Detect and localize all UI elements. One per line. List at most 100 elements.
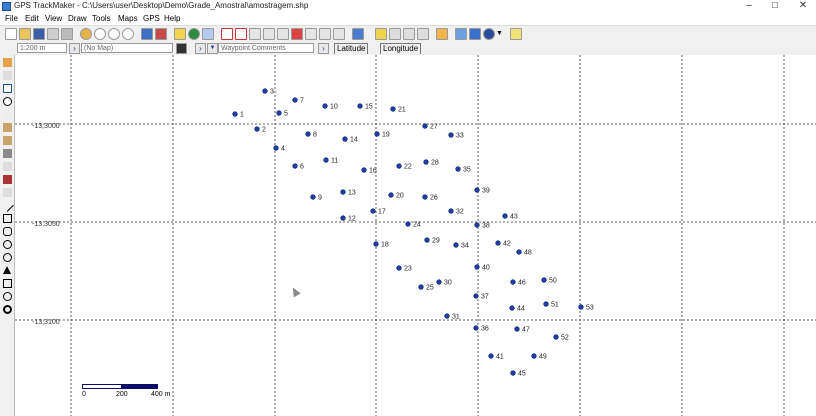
waypoint-marker[interactable] xyxy=(396,265,402,271)
waypoint-marker[interactable] xyxy=(424,237,430,243)
menu-draw[interactable]: Draw xyxy=(68,14,87,23)
waypoint-marker[interactable] xyxy=(422,123,428,129)
waypoint-marker[interactable] xyxy=(473,325,479,331)
help-icon[interactable] xyxy=(510,28,522,40)
rounded-rect-icon[interactable] xyxy=(3,227,12,236)
waypoint-marker[interactable] xyxy=(374,131,380,137)
waypoint-marker[interactable] xyxy=(541,277,547,283)
scale-field[interactable]: 1:200 m xyxy=(17,43,67,53)
pencil-icon[interactable] xyxy=(3,162,12,171)
coord-arrow-icon[interactable]: › xyxy=(318,43,329,54)
waypoint-marker[interactable] xyxy=(448,208,454,214)
ellipse-icon[interactable] xyxy=(3,240,12,249)
map-canvas[interactable]: 1 2 3 4 5 6 7 8 9 10 11 12 13 14 15 16 17 18 19 20 21 22 23 24 2… xyxy=(15,55,816,416)
waypoint-marker[interactable] xyxy=(388,192,394,198)
menu-view[interactable]: View xyxy=(45,14,62,23)
waypoint-marker[interactable] xyxy=(455,166,461,172)
waypoint-marker[interactable] xyxy=(514,326,520,332)
waypoint-marker[interactable] xyxy=(262,88,268,94)
waypoint-marker[interactable] xyxy=(543,301,549,307)
waypoint-tool-icon[interactable] xyxy=(277,28,289,40)
waypoint-marker[interactable] xyxy=(396,163,402,169)
view-tracks-icon[interactable] xyxy=(141,28,153,40)
save-all-icon[interactable] xyxy=(47,28,59,40)
delete-icon[interactable] xyxy=(291,28,303,40)
waypoint-marker[interactable] xyxy=(292,97,298,103)
refresh-icon[interactable] xyxy=(3,97,12,106)
waypoint-marker[interactable] xyxy=(474,222,480,228)
google-earth-icon[interactable] xyxy=(455,28,467,40)
close-button[interactable]: ✕ xyxy=(790,0,816,13)
longitude-tab[interactable]: Longitude xyxy=(380,43,422,54)
new-file-icon[interactable] xyxy=(5,28,17,40)
waypoint-marker[interactable] xyxy=(436,279,442,285)
waypoint-marker[interactable] xyxy=(232,111,238,117)
satellite-icon[interactable] xyxy=(483,28,495,40)
measure-icon[interactable] xyxy=(305,28,317,40)
menu-file[interactable]: File xyxy=(5,14,18,23)
waypoint-marker[interactable] xyxy=(292,163,298,169)
waypoint-marker[interactable] xyxy=(444,313,450,319)
waypoint-marker[interactable] xyxy=(254,126,260,132)
gps-send-icon[interactable] xyxy=(389,28,401,40)
waypoint-marker[interactable] xyxy=(357,103,363,109)
zoom-box-icon[interactable] xyxy=(221,28,233,40)
menu-edit[interactable]: Edit xyxy=(25,14,39,23)
track-tool-icon[interactable] xyxy=(263,28,275,40)
waypoint-dropdown-icon[interactable]: ▼ xyxy=(207,43,218,54)
view-routes-icon[interactable] xyxy=(155,28,167,40)
properties-icon[interactable] xyxy=(174,28,186,40)
save-icon[interactable] xyxy=(33,28,45,40)
waypoint-marker[interactable] xyxy=(323,157,329,163)
menu-help[interactable]: Help xyxy=(164,14,180,23)
zoom-area-icon[interactable] xyxy=(235,28,247,40)
waypoint-marker[interactable] xyxy=(390,106,396,112)
line-icon[interactable] xyxy=(1,199,14,212)
gps-realtime-icon[interactable] xyxy=(417,28,429,40)
waypoint-comments-field[interactable]: Waypoint Comments xyxy=(218,43,314,53)
waypoint-marker[interactable] xyxy=(370,208,376,214)
waypoint-marker[interactable] xyxy=(578,304,584,310)
waypoint-marker[interactable] xyxy=(495,240,501,246)
waypoint-marker[interactable] xyxy=(422,194,428,200)
waypoint-marker[interactable] xyxy=(373,241,379,247)
waypoint-marker[interactable] xyxy=(340,215,346,221)
waypoint-marker[interactable] xyxy=(474,187,480,193)
move-layer-icon[interactable] xyxy=(3,149,12,158)
pointer-icon[interactable] xyxy=(3,110,12,119)
waypoint-marker[interactable] xyxy=(273,145,279,151)
menu-gps[interactable]: GPS xyxy=(143,14,160,23)
text-icon[interactable] xyxy=(3,188,12,197)
triangle-icon[interactable] xyxy=(3,266,11,274)
waypoint-marker[interactable] xyxy=(516,249,522,255)
rectangle-icon[interactable] xyxy=(3,214,12,223)
waypoint-marker[interactable] xyxy=(276,110,282,116)
select-box-icon[interactable] xyxy=(3,84,12,93)
point-icon[interactable] xyxy=(3,305,12,314)
target-icon[interactable] xyxy=(3,292,12,301)
zoom-out-icon[interactable] xyxy=(108,28,120,40)
grid-icon[interactable] xyxy=(202,28,214,40)
waypoint-marker[interactable] xyxy=(553,334,559,340)
edit-points-icon[interactable] xyxy=(3,123,12,132)
scale-arrow-icon[interactable]: › xyxy=(69,43,80,54)
print-icon[interactable] xyxy=(61,28,73,40)
waypoint-marker[interactable] xyxy=(510,279,516,285)
menu-tools[interactable]: Tools xyxy=(92,14,111,23)
route-tool-icon[interactable] xyxy=(249,28,261,40)
waypoint-marker[interactable] xyxy=(310,194,316,200)
polygon-icon[interactable] xyxy=(3,279,12,288)
waypoint-marker[interactable] xyxy=(448,132,454,138)
gps-connect-icon[interactable] xyxy=(375,28,387,40)
waypoint-marker[interactable] xyxy=(342,136,348,142)
waypoint-marker[interactable] xyxy=(340,189,346,195)
animation-icon[interactable] xyxy=(436,28,448,40)
zoom-all-icon[interactable] xyxy=(122,28,134,40)
waypoint-marker[interactable] xyxy=(502,213,508,219)
open-folder-icon[interactable] xyxy=(19,28,31,40)
globe-icon[interactable] xyxy=(188,28,200,40)
latitude-tab[interactable]: Latitude xyxy=(334,43,369,54)
waypoint-arrow-icon[interactable]: › xyxy=(195,43,206,54)
waypoint-marker[interactable] xyxy=(418,284,424,290)
maximize-button[interactable]: □ xyxy=(762,0,788,13)
